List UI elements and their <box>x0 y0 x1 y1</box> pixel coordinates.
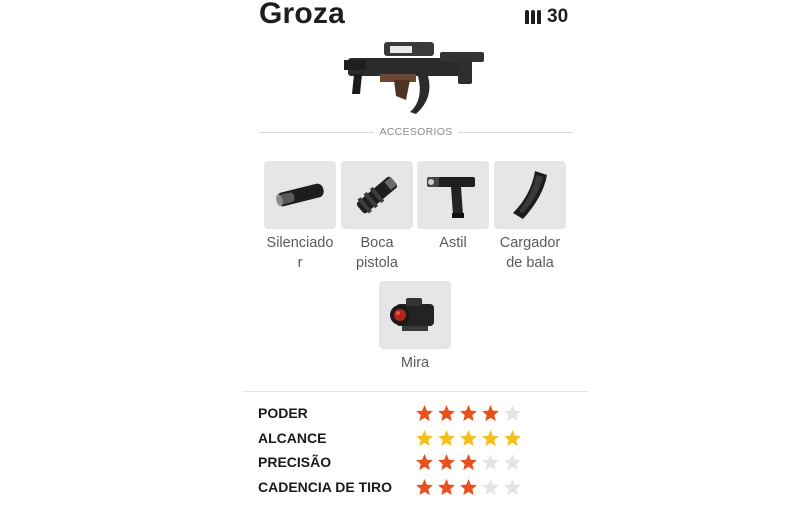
attachment-tile <box>379 281 451 349</box>
stat-row: PODER <box>258 404 578 424</box>
scope-icon <box>390 298 434 331</box>
star-filled-icon <box>438 405 455 421</box>
star-filled-icon <box>460 479 477 495</box>
magazine-icon <box>513 171 547 219</box>
star-empty-icon <box>482 454 499 470</box>
ammo-count: 30 <box>547 6 569 27</box>
star-filled-icon <box>460 454 477 470</box>
attachment-label: Silenciado r <box>266 235 334 271</box>
star-filled-icon <box>416 405 433 421</box>
weapon-card: Groza 30 ACCESORIOS Silenciado r Boca pi… <box>242 0 588 509</box>
silencer-icon <box>276 183 324 207</box>
stat-label: CADENCIA DE TIRO <box>258 479 393 495</box>
muzzle-icon <box>356 176 398 214</box>
star-empty-icon <box>504 479 521 495</box>
bullets-icon <box>525 10 541 24</box>
stat-label: PODER <box>258 405 308 421</box>
star-filled-icon <box>416 454 433 470</box>
star-empty-icon <box>504 405 521 421</box>
attachment-label: Mira <box>400 355 430 371</box>
star-filled-icon <box>482 405 499 421</box>
attachment-tile <box>264 161 336 229</box>
attachment-grip[interactable]: Astil <box>415 161 491 253</box>
star-rating <box>415 429 522 448</box>
attachment-magazine[interactable]: Cargador de bala <box>492 161 568 273</box>
star-filled-icon <box>460 405 477 421</box>
attachment-tile <box>417 161 489 229</box>
stat-row: PRECISÃO <box>258 453 578 473</box>
stat-label: PRECISÃO <box>258 454 332 470</box>
star-filled-icon <box>438 430 455 446</box>
star-filled-icon <box>504 430 521 446</box>
attachments-divider: ACCESORIOS <box>259 126 573 138</box>
ammo-counter: 30 <box>525 6 568 28</box>
star-filled-icon <box>438 479 455 495</box>
stat-row: CADENCIA DE TIRO <box>258 478 578 498</box>
star-empty-icon <box>482 479 499 495</box>
attachment-scope[interactable]: Mira <box>377 281 453 373</box>
attachment-label: Boca pistola <box>356 235 398 271</box>
star-rating <box>415 478 522 497</box>
rifle-icon <box>344 42 484 114</box>
attachment-label: Astil <box>439 235 467 251</box>
star-empty-icon <box>504 454 521 470</box>
star-filled-icon <box>482 430 499 446</box>
grip-icon <box>427 177 475 218</box>
attachment-tile <box>341 161 413 229</box>
attachment-muzzle[interactable]: Boca pistola <box>339 161 415 273</box>
star-filled-icon <box>416 430 433 446</box>
star-filled-icon <box>438 454 455 470</box>
star-filled-icon <box>416 479 433 495</box>
star-rating <box>415 404 522 423</box>
stats-divider <box>242 391 588 392</box>
weapon-name: Groza <box>259 0 346 30</box>
stat-label: ALCANCE <box>258 430 327 446</box>
stat-row: ALCANCE <box>258 429 578 449</box>
attachment-tile <box>494 161 566 229</box>
attachment-silencer[interactable]: Silenciado r <box>262 161 338 273</box>
attachment-label: Cargador de bala <box>499 235 561 271</box>
star-rating <box>415 453 522 472</box>
star-filled-icon <box>460 430 477 446</box>
